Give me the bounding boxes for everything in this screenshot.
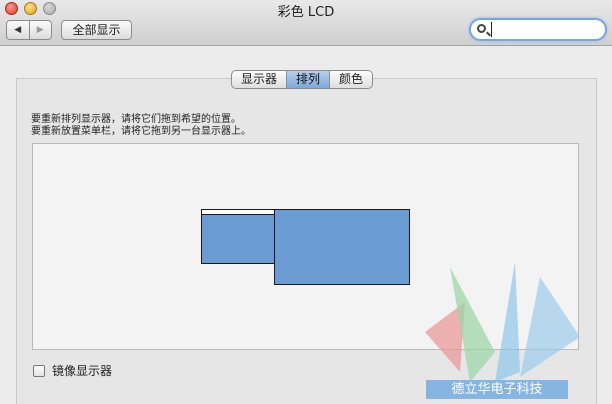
window-titlebar: 彩色 LCD ◀ ▶ 全部显示 [0, 0, 612, 46]
menu-bar-indicator[interactable] [202, 210, 274, 215]
search-input[interactable] [491, 22, 599, 37]
mirror-displays-checkbox[interactable] [33, 364, 45, 377]
forward-icon[interactable]: ▶ [28, 21, 52, 39]
search-field[interactable] [469, 18, 607, 41]
mirror-displays-label: 镜像显示器 [52, 364, 113, 378]
mirror-displays-option[interactable]: 镜像显示器 [33, 362, 112, 379]
back-icon[interactable]: ◀ [7, 21, 29, 39]
back-forward-control: ◀ ▶ [6, 20, 52, 40]
tab-arrangement[interactable]: 排列 [286, 71, 330, 88]
tab-display[interactable]: 显示器 [232, 71, 286, 88]
secondary-display[interactable] [274, 209, 410, 285]
tab-color[interactable]: 颜色 [329, 71, 372, 88]
primary-display[interactable] [201, 209, 275, 264]
show-all-button[interactable]: 全部显示 [61, 20, 132, 40]
tab-bar: 显示器 排列 颜色 [231, 70, 374, 89]
watermark-text: 德立华电子科技 [426, 380, 568, 399]
instruction-line-2: 要重新放置菜单栏，请将它拖到另一台显示器上。 [31, 126, 251, 137]
search-icon [477, 24, 486, 33]
